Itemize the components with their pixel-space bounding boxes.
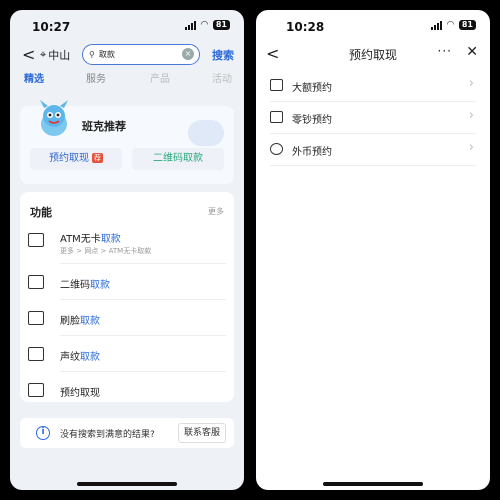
contact-service-button[interactable]: 联系客服 (177, 423, 226, 443)
more-icon[interactable]: ··· (438, 44, 452, 58)
location-selector[interactable]: ⌖ 中山 (40, 47, 70, 63)
location-label: 中山 (48, 49, 71, 62)
list-item-small-change[interactable]: 零钞预约 › (256, 102, 490, 134)
functions-more-link[interactable]: 更多 (208, 206, 224, 217)
list-item-label: 零钞预约 (292, 115, 332, 126)
function-prefix: 声纹 (60, 352, 80, 363)
function-label: 预约取现 (60, 384, 100, 399)
tab-products[interactable]: 产品 (150, 70, 170, 85)
battery-icon: 81 (458, 20, 476, 30)
tab-services[interactable]: 服务 (86, 70, 106, 85)
status-bar: 10:28 ◠ 81 (256, 10, 490, 40)
nav-header: < 预约取现 ··· ✕ (256, 44, 490, 66)
wifi-icon: ◠ (200, 20, 208, 30)
chevron-right-icon: › (468, 76, 474, 91)
page-title: 预约取现 (348, 48, 397, 62)
function-item-voice[interactable]: 声纹取款 (20, 336, 234, 372)
small-change-icon (270, 111, 283, 123)
status-time: 10:28 (286, 20, 325, 34)
tab-activities[interactable]: 活动 (212, 70, 232, 85)
function-highlight: 取款 (80, 316, 100, 327)
info-icon: i (36, 426, 50, 440)
function-prefix: 预约取现 (60, 388, 100, 399)
list-item-label: 大额预约 (292, 83, 332, 94)
list-item-large-amount[interactable]: 大额预约 › (256, 70, 490, 102)
function-label: 二维码取款 (60, 276, 110, 291)
function-path: 更多 > 网点 > ATM无卡取款 (60, 247, 152, 255)
wallet-icon (28, 311, 44, 325)
function-prefix: 刷脸 (60, 316, 80, 327)
chevron-right-icon: › (468, 140, 474, 155)
reserve-cash-button[interactable]: 预约取现荐 (30, 148, 122, 170)
phone-right: 10:28 ◠ 81 < 预约取现 ··· ✕ 大额预约 › 零钞预约 › 外币… (256, 10, 490, 490)
wifi-icon: ◠ (446, 20, 454, 30)
status-bar: 10:27 ◠ 81 (10, 10, 244, 40)
reserve-cash-label: 预约取现 (49, 153, 89, 164)
search-input[interactable]: ⚲ 取款 × (82, 44, 200, 65)
function-item-reserve[interactable]: 预约取现 (20, 372, 234, 408)
function-highlight: 取款 (90, 280, 110, 291)
feedback-bar: i 没有搜索到满意的结果? 联系客服 (20, 418, 234, 448)
function-label: 刷脸取款 (60, 312, 100, 327)
function-highlight: 取款 (100, 234, 121, 245)
recommend-title: 班克推荐 (82, 120, 126, 133)
function-item-atm[interactable]: ATM无卡取款 更多 > 网点 > ATM无卡取款 (20, 226, 234, 264)
back-icon[interactable]: < (22, 45, 35, 64)
status-icons: ◠ 81 (430, 20, 476, 30)
large-amount-icon (270, 79, 283, 91)
atm-icon (28, 233, 44, 247)
function-item-qr[interactable]: 二维码取款 (20, 264, 234, 300)
feedback-text: 没有搜索到满意的结果? (60, 430, 155, 440)
list-item-label: 外币预约 (292, 147, 332, 158)
recommend-card: 班克推荐 预约取现荐 二维码取款 (20, 100, 234, 184)
cloud-decoration (188, 120, 224, 146)
functions-card: 功能 更多 ATM无卡取款 更多 > 网点 > ATM无卡取款 二维码取款 刷脸… (20, 192, 234, 402)
tab-bar: 精选 服务 产品 活动 (10, 70, 244, 88)
location-pin-icon: ⌖ (40, 48, 47, 61)
list-item-foreign-currency[interactable]: 外币预约 › (256, 134, 490, 166)
foreign-currency-icon (270, 143, 283, 155)
functions-title: 功能 (30, 206, 52, 219)
search-button[interactable]: 搜索 (212, 47, 234, 63)
signal-icon (184, 20, 196, 30)
qr-withdraw-button[interactable]: 二维码取款 (132, 148, 224, 170)
home-indicator[interactable] (323, 482, 423, 486)
recommend-tag: 荐 (92, 153, 103, 163)
signal-icon (430, 20, 442, 30)
function-highlight: 取款 (80, 352, 100, 363)
wallet-icon (28, 347, 44, 361)
tab-featured[interactable]: 精选 (24, 70, 44, 85)
function-item-face[interactable]: 刷脸取款 (20, 300, 234, 336)
cash-icon (28, 383, 44, 397)
search-header: < ⌖ 中山 ⚲ 取款 × 搜索 (10, 42, 244, 68)
phone-left: 10:27 ◠ 81 < ⌖ 中山 ⚲ 取款 × 搜索 精选 服务 产品 活动 (10, 10, 244, 490)
function-label: ATM无卡取款 (60, 230, 121, 245)
chevron-right-icon: › (468, 108, 474, 123)
status-time: 10:27 (32, 20, 71, 34)
clear-icon[interactable]: × (182, 48, 194, 60)
function-prefix: ATM无卡 (60, 234, 101, 245)
status-icons: ◠ 81 (184, 20, 230, 30)
search-value: 取款 (98, 50, 115, 59)
close-icon[interactable]: ✕ (466, 44, 478, 60)
divider (270, 165, 476, 166)
mascot-image (40, 100, 68, 136)
home-indicator[interactable] (77, 482, 177, 486)
battery-icon: 81 (212, 20, 230, 30)
search-icon: ⚲ (89, 50, 95, 59)
wallet-icon (28, 275, 44, 289)
function-prefix: 二维码 (60, 280, 90, 291)
function-label: 声纹取款 (60, 348, 100, 363)
